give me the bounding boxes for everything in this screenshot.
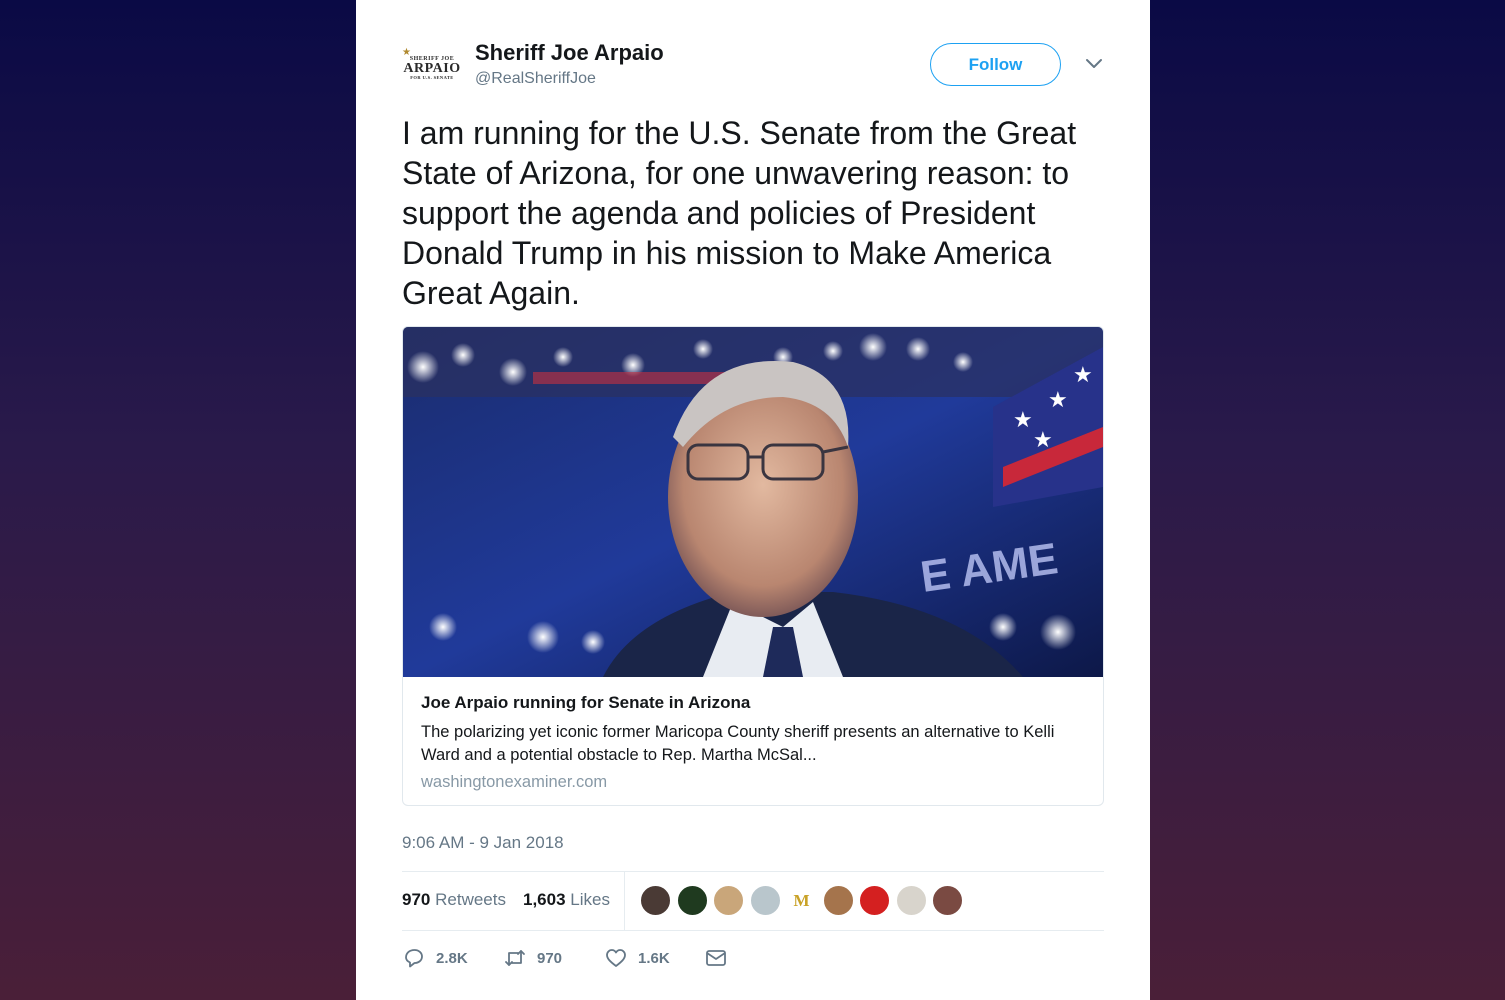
chevron-down-icon[interactable]	[1085, 56, 1103, 70]
liker-avatar[interactable]	[859, 885, 890, 916]
reply-count: 2.8K	[436, 949, 468, 967]
liker-avatar[interactable]	[895, 885, 927, 916]
envelope-icon	[706, 950, 726, 966]
liker-avatar[interactable]	[640, 885, 671, 916]
heart-icon	[606, 949, 626, 967]
author-avatar[interactable]: ★ SHERIFF JOE ARPAIO FOR U.S. SENATE	[402, 48, 462, 88]
likes-label: Likes	[570, 890, 610, 909]
stats-separator	[624, 872, 625, 930]
link-card-body: Joe Arpaio running for Senate in Arizona…	[403, 677, 1103, 805]
liker-avatar[interactable]: M	[786, 885, 817, 916]
svg-text:★: ★	[1048, 388, 1068, 413]
reply-action[interactable]: 2.8K	[402, 946, 468, 970]
liker-avatar[interactable]	[676, 885, 708, 916]
retweets-count: 970	[402, 890, 431, 909]
likes-stat[interactable]: 1,603 Likes	[523, 890, 610, 910]
tweet-text: I am running for the U.S. Senate from th…	[402, 115, 1077, 311]
article-photo: ★★★★ E AME	[403, 327, 1103, 677]
link-preview-card[interactable]: ★ ★ ★ ★ E AME Joe Arpaio running for Senate…	[402, 326, 1104, 806]
svg-text:★: ★	[1013, 408, 1033, 433]
tweet-header: ★ SHERIFF JOE ARPAIO FOR U.S. SENATE She…	[402, 38, 1110, 98]
like-count: 1.6K	[638, 949, 670, 967]
liker-avatar[interactable]	[932, 885, 963, 916]
star-icon: ★	[402, 47, 411, 58]
tweet-timestamp[interactable]: 9:06 AM - 9 Jan 2018	[402, 833, 564, 853]
retweets-stat[interactable]: 970 Retweets	[402, 890, 506, 910]
tweet-card: ★ SHERIFF JOE ARPAIO FOR U.S. SENATE She…	[356, 0, 1150, 1000]
liker-avatar[interactable]	[713, 885, 744, 916]
reply-icon	[405, 949, 423, 968]
liker-avatar[interactable]	[822, 885, 854, 916]
author-name[interactable]: Sheriff Joe Arpaio	[475, 40, 664, 66]
divider	[402, 930, 1104, 931]
message-action[interactable]	[704, 946, 728, 970]
link-card-description: The polarizing yet iconic former Maricop…	[421, 723, 1055, 764]
link-card-domain[interactable]: washingtonexaminer.com	[421, 773, 1085, 792]
svg-text:★: ★	[1073, 363, 1093, 388]
link-card-title[interactable]: Joe Arpaio running for Senate in Arizona	[421, 693, 1085, 713]
retweet-count: 970	[537, 949, 563, 967]
liker-avatar[interactable]	[749, 885, 781, 916]
retweets-label: Retweets	[435, 890, 506, 909]
retweet-action[interactable]: 970	[503, 946, 562, 970]
avatar-line-3: FOR U.S. SENATE	[410, 74, 454, 80]
likes-count: 1,603	[523, 890, 566, 909]
author-handle[interactable]: @RealSheriffJoe	[475, 70, 596, 88]
tweet-stats: 970 Retweets 1,603 Likes M	[402, 872, 1104, 930]
retweet-icon	[505, 950, 525, 966]
tweet-actions: 2.8K 970 1.6K	[402, 944, 1104, 974]
avatar-line-2: ARPAIO	[403, 60, 461, 76]
like-action[interactable]: 1.6K	[604, 946, 670, 970]
follow-button[interactable]: Follow	[930, 43, 1061, 86]
